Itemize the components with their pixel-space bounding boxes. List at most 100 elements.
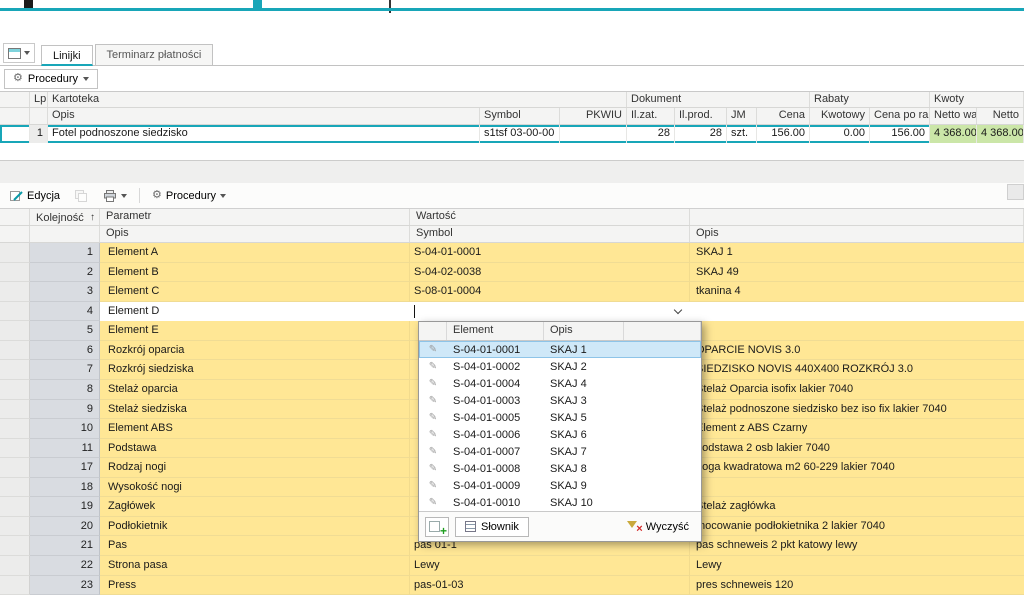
table-row[interactable]: 22 Strona pasa Lewy Lewy [0, 556, 1024, 576]
table-row[interactable]: 23 Press pas-01-03 pres schneweis 120 [0, 576, 1024, 595]
cell-jm: szt. [727, 125, 757, 143]
column-lp[interactable]: Lp [30, 92, 48, 107]
row-selector[interactable] [0, 556, 30, 576]
column-kolejnosc[interactable]: Kolejność ↑ [30, 209, 100, 225]
popup-list-item[interactable]: ✎ S-04-01-0009 SKAJ 9 [419, 477, 701, 494]
popup-item-symbol: S-04-01-0002 [447, 361, 544, 373]
view-selector-button[interactable] [3, 43, 35, 63]
cell-parametr: Podłokietnik [100, 517, 410, 537]
row-selector[interactable] [0, 282, 30, 302]
row-selector[interactable] [0, 380, 30, 400]
clear-filter-button[interactable]: × Wyczyść [621, 517, 695, 537]
cell-cena: 156.00 [757, 125, 810, 143]
row-selector[interactable] [0, 458, 30, 478]
element-lookup-popup: Element Opis ✎ S-04-01-0001 SKAJ 1 ✎ S-0… [418, 321, 702, 542]
procedures-button-label: Procedury [28, 73, 78, 85]
popup-item-opis: SKAJ 2 [544, 361, 701, 373]
select-all-header[interactable] [0, 92, 30, 107]
upper-grid-column-header: Opis Symbol PKWIU Il.zat. Il.prod. JM Ce… [0, 108, 1024, 125]
cell-kolejnosc: 22 [30, 556, 100, 576]
row-selector[interactable] [0, 439, 30, 459]
column-opis[interactable]: Opis [48, 108, 480, 124]
combobox-chevron-down-icon[interactable] [674, 305, 682, 313]
parameters-toolbar: Edycja ⚙ Procedury [0, 183, 1024, 209]
cell-kolejnosc: 11 [30, 439, 100, 459]
column-cena-po-rab[interactable]: Cena po rab [870, 108, 930, 124]
pencil-icon: ✎ [419, 395, 447, 406]
popup-list-item[interactable]: ✎ S-04-01-0007 SKAJ 7 [419, 443, 701, 460]
column-netto-wal[interactable]: Netto wal. [930, 108, 977, 124]
popup-list-item[interactable]: ✎ S-04-01-0006 SKAJ 6 [419, 426, 701, 443]
row-selector[interactable] [0, 341, 30, 361]
row-selector[interactable] [0, 400, 30, 420]
popup-item-opis: SKAJ 7 [544, 446, 701, 458]
column-kwotowy[interactable]: Kwotowy [810, 108, 870, 124]
document-line-row[interactable]: 1 Fotel podnoszone siedzisko s1tsf 03-00… [0, 125, 1024, 143]
popup-list-item[interactable]: ✎ S-04-01-0005 SKAJ 5 [419, 409, 701, 426]
row-selector[interactable] [0, 517, 30, 537]
procedures-button[interactable]: ⚙ Procedury [4, 69, 98, 89]
column-wartosc[interactable]: Wartość [410, 209, 690, 225]
column-jm[interactable]: JM [727, 108, 757, 124]
top-pane-fragment [24, 0, 33, 8]
column-il-zat[interactable]: Il.zat. [627, 108, 675, 124]
procedures-button-lower[interactable]: ⚙ Procedury [146, 186, 232, 206]
row-selector[interactable] [0, 360, 30, 380]
cell-parametr: Zagłówek [100, 497, 410, 517]
scrollbar-corner [1007, 184, 1024, 200]
edit-button[interactable]: Edycja [4, 186, 66, 206]
popup-list-item[interactable]: ✎ S-04-01-0001 SKAJ 1 [419, 341, 701, 358]
table-row-editing[interactable]: 4 Element D [0, 302, 1024, 322]
table-row[interactable]: 3 Element C S-08-01-0004 tkanina 4 [0, 282, 1024, 302]
group-kwoty: Kwoty [930, 92, 1024, 107]
cell-opis: Lewy [690, 556, 1024, 576]
procedures-button-lower-label: Procedury [166, 190, 216, 202]
cell-parametr: Element A [100, 243, 410, 263]
table-row[interactable]: 2 Element B S-04-02-0038 SKAJ 49 [0, 263, 1024, 283]
pane-splitter[interactable] [0, 160, 1024, 183]
row-selector[interactable] [0, 302, 30, 322]
column-netto[interactable]: Netto [977, 108, 1024, 124]
column-parametr[interactable]: Parametr [100, 209, 410, 225]
cell-opis: Element z ABS Czarny [690, 419, 1024, 439]
popup-list-item[interactable]: ✎ S-04-01-0003 SKAJ 3 [419, 392, 701, 409]
row-selector[interactable] [0, 321, 30, 341]
column-opis-sub[interactable]: Opis [100, 226, 410, 242]
popup-item-opis: SKAJ 9 [544, 480, 701, 492]
popup-list-item[interactable]: ✎ S-04-01-0004 SKAJ 4 [419, 375, 701, 392]
value-combobox[interactable] [410, 302, 690, 322]
tab-terminarz-platnosci[interactable]: Terminarz płatności [95, 44, 214, 65]
pencil-icon: ✎ [419, 412, 447, 423]
row-selector[interactable] [0, 243, 30, 263]
row-selector[interactable] [0, 536, 30, 556]
row-selector[interactable] [0, 263, 30, 283]
popup-column-opis[interactable]: Opis [544, 322, 624, 340]
dictionary-button[interactable]: Słownik [455, 517, 529, 537]
row-selector[interactable] [0, 576, 30, 595]
popup-column-element[interactable]: Element [447, 322, 544, 340]
pencil-icon: ✎ [419, 361, 447, 372]
row-selector[interactable] [0, 478, 30, 498]
column-symbol-sub[interactable]: Symbol [410, 226, 690, 242]
cell-symbol: s1tsf 03-00-00 [480, 125, 560, 143]
row-selector[interactable] [0, 419, 30, 439]
row-selector[interactable] [0, 497, 30, 517]
cell-parametr: Stelaż siedziska [100, 400, 410, 420]
copy-button[interactable] [69, 186, 94, 206]
tab-linijki[interactable]: Linijki [41, 45, 93, 66]
cell-netto-wal: 4 368.00 [930, 125, 977, 143]
popup-list-item[interactable]: ✎ S-04-01-0008 SKAJ 8 [419, 460, 701, 477]
column-pkwiu[interactable]: PKWIU [560, 108, 627, 124]
top-pane-teal-fragment [253, 0, 262, 8]
add-element-button[interactable]: + [425, 517, 449, 537]
column-il-prod[interactable]: Il.prod. [675, 108, 727, 124]
select-all-header[interactable] [0, 209, 30, 225]
popup-list-item[interactable]: ✎ S-04-01-0002 SKAJ 2 [419, 358, 701, 375]
popup-list-item[interactable]: ✎ S-04-01-0010 SKAJ 10 [419, 494, 701, 511]
column-symbol[interactable]: Symbol [480, 108, 560, 124]
row-selector[interactable] [0, 125, 30, 143]
column-cena[interactable]: Cena [757, 108, 810, 124]
print-button[interactable] [97, 186, 133, 206]
table-row[interactable]: 1 Element A S-04-01-0001 SKAJ 1 [0, 243, 1024, 263]
column-opis2-sub[interactable]: Opis [690, 226, 1024, 242]
